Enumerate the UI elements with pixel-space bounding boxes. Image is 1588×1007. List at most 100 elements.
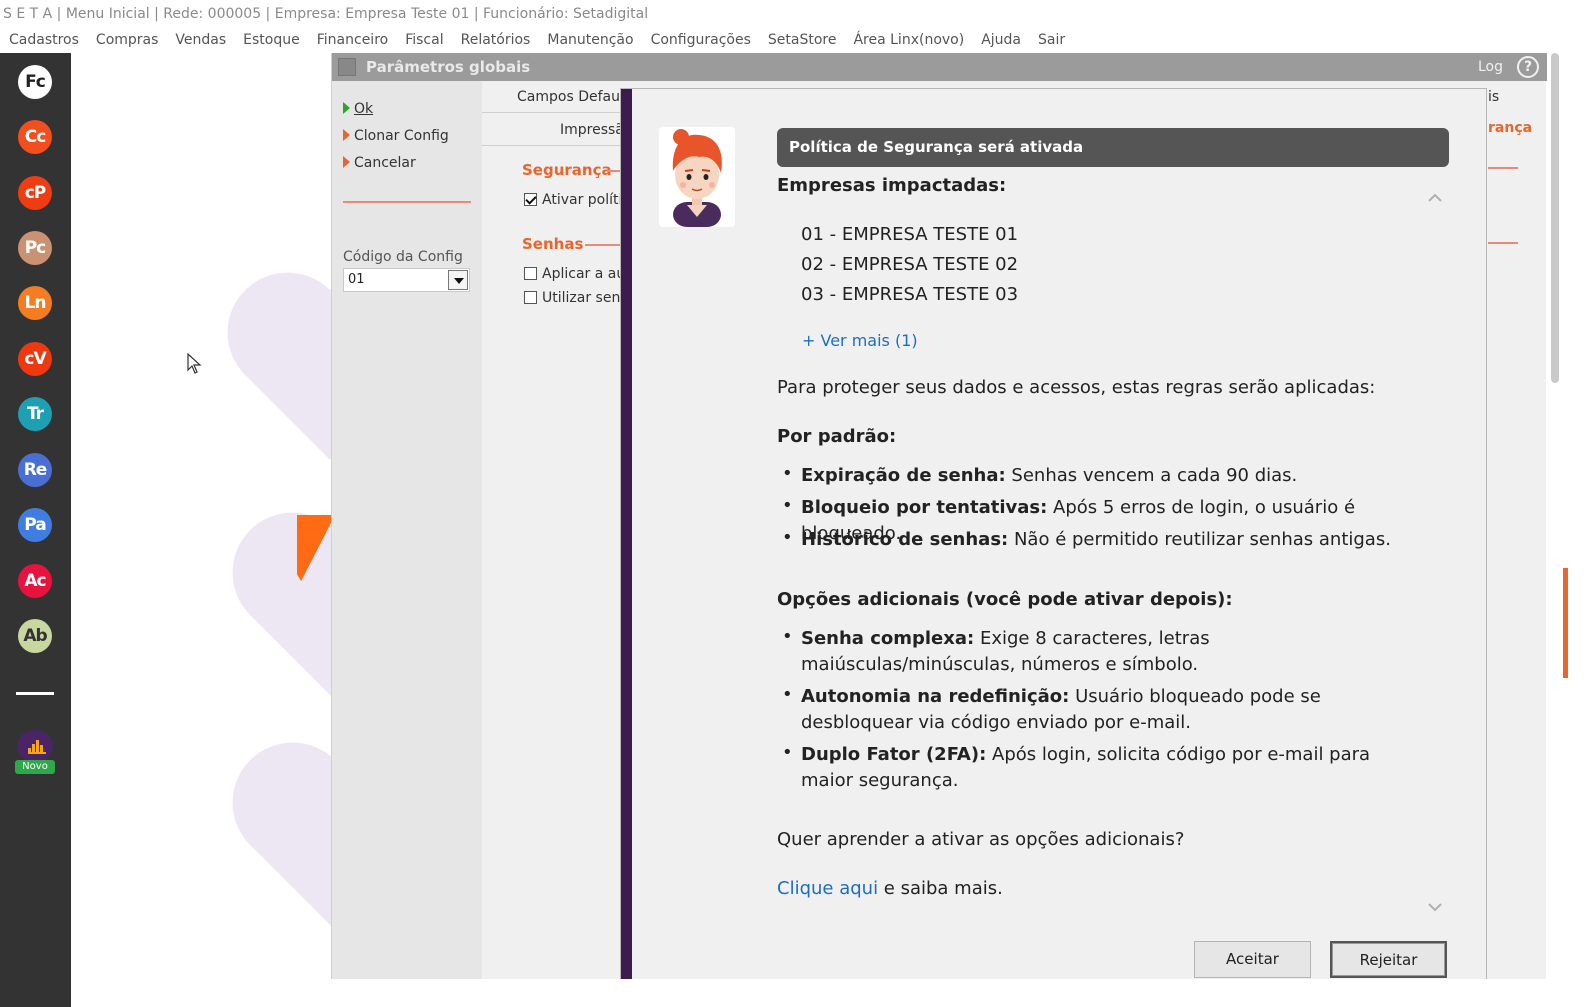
app-icon-tr[interactable]: Tr <box>18 397 52 431</box>
section-fragment: rança <box>1488 120 1533 136</box>
window-title: S E T A | Menu Inicial | Rede: 000005 | … <box>0 0 1588 28</box>
rule-title: Bloqueio por tentativas: <box>801 497 1048 518</box>
app-icon-ab[interactable]: Ab <box>18 619 52 653</box>
app-icon-fc[interactable]: Fc <box>18 65 52 99</box>
ok-action[interactable]: Ok <box>343 101 373 117</box>
menu-item[interactable]: Financeiro <box>317 28 388 52</box>
app-icon-cc[interactable]: Cc <box>18 120 52 154</box>
cancel-action[interactable]: Cancelar <box>343 155 416 171</box>
cancel-label: Cancelar <box>354 155 416 171</box>
help-icon[interactable]: ? <box>1517 56 1539 78</box>
app-icon-re[interactable]: Re <box>18 453 52 487</box>
bottom-strip <box>71 979 1588 1007</box>
app-icon-cp[interactable]: cP <box>18 176 52 210</box>
config-code-value: 01 <box>348 272 365 287</box>
section-line <box>1488 242 1518 244</box>
app-icon-ac[interactable]: Ac <box>18 564 52 598</box>
ativar-politica-label: Ativar polític <box>542 192 631 208</box>
default-rules-heading: Por padrão: <box>777 426 897 447</box>
learn-more-link[interactable]: Clique aqui <box>777 878 878 899</box>
checkbox-checked[interactable] <box>524 193 537 206</box>
play-arrow-icon <box>343 102 350 114</box>
window-titlebar: Parâmetros globais Log ? <box>332 53 1547 81</box>
app-icon-cv[interactable]: cV <box>18 342 52 376</box>
menu-item[interactable]: Cadastros <box>9 28 79 52</box>
chevron-down-icon[interactable] <box>448 270 468 290</box>
accent-bar <box>1563 568 1568 678</box>
scroll-up-icon[interactable] <box>1427 190 1443 206</box>
rule-title: Expiração de senha: <box>801 465 1006 486</box>
sidebar-divider <box>16 692 54 695</box>
actions-panel: Ok Clonar Config Cancelar Código da Conf… <box>332 81 482 979</box>
menu-item[interactable]: Ajuda <box>981 28 1021 52</box>
log-link[interactable]: Log <box>1478 53 1503 81</box>
app-launcher-sidebar: Novo Fc Cc cP Pc Ln cV Tr Re Pa Ac Ab <box>0 53 71 1007</box>
company-item: 03 - EMPRESA TESTE 03 <box>801 284 1019 305</box>
tab-divider <box>482 145 622 146</box>
assistant-avatar <box>659 127 735 227</box>
window-title-text: Parâmetros globais <box>366 58 531 76</box>
company-item: 02 - EMPRESA TESTE 02 <box>801 254 1019 275</box>
menu-item[interactable]: Relatórios <box>461 28 531 52</box>
section-senhas: Senhas <box>522 235 584 253</box>
option-title: Senha complexa: <box>801 628 975 649</box>
learn-more-suffix: e saiba mais. <box>878 878 1003 899</box>
menu-item[interactable]: Sair <box>1038 28 1065 52</box>
section-line <box>1488 167 1518 169</box>
aplicar-checkbox[interactable]: Aplicar a aut <box>524 266 631 282</box>
mouse-cursor-icon <box>187 353 202 374</box>
menu-item[interactable]: Área Linx(novo) <box>853 28 964 52</box>
divider-line <box>343 201 471 203</box>
intro-text: Para proteger seus dados e acessos, esta… <box>777 377 1376 398</box>
see-more-link[interactable]: + Ver mais (1) <box>802 331 918 350</box>
config-code-label: Código da Config <box>343 249 463 265</box>
novo-app-button[interactable]: Novo <box>15 730 55 774</box>
bar-chart-icon <box>17 730 53 762</box>
outer-scrollbar[interactable] <box>1551 53 1559 383</box>
menu-item[interactable]: Vendas <box>175 28 226 52</box>
menu-item[interactable]: Estoque <box>243 28 300 52</box>
app-icon-pc[interactable]: Pc <box>18 231 52 265</box>
dialog-accent-bar <box>621 89 632 1007</box>
rule-text: Não é permitido reutilizar senhas antiga… <box>1008 529 1391 550</box>
config-code-select[interactable]: 01 <box>343 268 470 292</box>
desktop: S E T A | Menu Inicial | Rede: 000005 | … <box>0 0 1588 1007</box>
tab-campos-default[interactable]: Campos Default <box>517 89 629 105</box>
tab-fragment[interactable]: is <box>1488 89 1499 105</box>
clone-config-label: Clonar Config <box>354 128 449 144</box>
checkbox-unchecked[interactable] <box>524 291 537 304</box>
section-seguranca: Segurança <box>522 161 612 179</box>
scroll-down-icon[interactable] <box>1427 899 1443 915</box>
dialog-content[interactable]: Empresas impactadas: 01 - EMPRESA TESTE … <box>777 167 1427 911</box>
ok-action-label: Ok <box>354 101 374 117</box>
utilizar-senha-checkbox[interactable]: Utilizar senh <box>524 290 629 306</box>
aplicar-label: Aplicar a aut <box>542 266 631 282</box>
novo-badge: Novo <box>15 760 55 774</box>
rule-title: Histórico de senhas: <box>801 529 1009 550</box>
companies-heading: Empresas impactadas: <box>777 175 1007 196</box>
menu-item[interactable]: Fiscal <box>405 28 443 52</box>
app-icon-ln[interactable]: Ln <box>18 286 52 320</box>
utilizar-senha-label: Utilizar senh <box>542 290 630 306</box>
clone-config-action[interactable]: Clonar Config <box>343 128 449 144</box>
menu-item[interactable]: Compras <box>96 28 159 52</box>
menu-item[interactable]: SetaStore <box>768 28 837 52</box>
security-policy-dialog: Política de Segurança será ativada Empre… <box>620 88 1487 1007</box>
rule-text: Senhas vencem a cada 90 dias. <box>1005 465 1298 486</box>
question-text: Quer aprender a ativar as opções adicion… <box>777 829 1185 850</box>
accept-button[interactable]: Aceitar <box>1194 941 1311 978</box>
arrow-icon <box>343 129 350 141</box>
reject-button[interactable]: Rejeitar <box>1330 941 1447 978</box>
menu-item[interactable]: Manutenção <box>547 28 633 52</box>
window-icon <box>338 58 356 76</box>
company-item: 01 - EMPRESA TESTE 01 <box>801 224 1019 245</box>
ativar-politica-checkbox[interactable]: Ativar polític <box>524 192 630 208</box>
checkbox-unchecked[interactable] <box>524 267 537 280</box>
tab-divider <box>482 112 622 113</box>
app-icon-pa[interactable]: Pa <box>18 508 52 542</box>
learn-more-line: Clique aqui e saiba mais. <box>777 878 1003 899</box>
dialog-banner: Política de Segurança será ativada <box>777 128 1449 167</box>
section-line <box>585 244 622 246</box>
menu-item[interactable]: Configurações <box>651 28 751 52</box>
main-menu: Cadastros Compras Vendas Estoque Financeiro F… <box>0 28 1588 52</box>
